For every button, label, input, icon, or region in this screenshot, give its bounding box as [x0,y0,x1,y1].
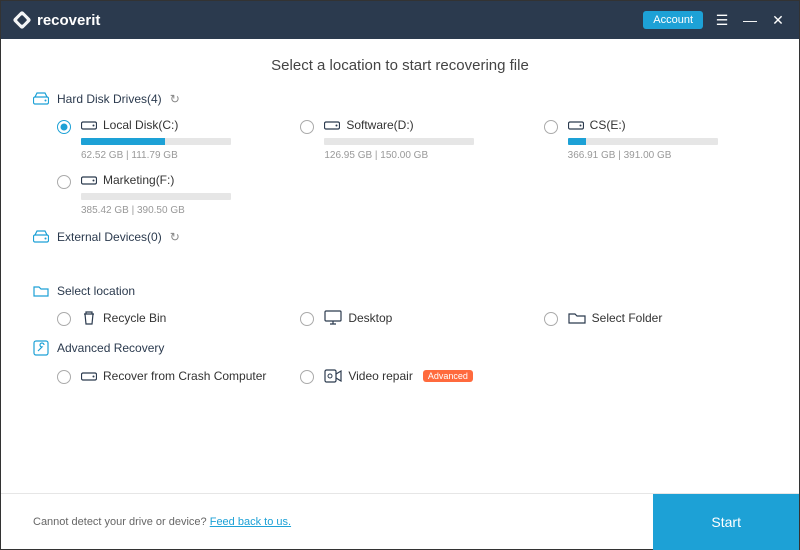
disk-icon [33,92,49,106]
trash-icon [81,310,97,326]
section-label: Advanced Recovery [57,341,164,355]
usage-bar [568,138,718,145]
drive-item-software-d[interactable]: Software(D:) 126.95 GB | 150.00 GB [300,118,523,161]
minimize-icon[interactable]: — [741,11,759,29]
location-name: Select Folder [592,311,663,325]
radio-button[interactable] [544,120,558,134]
usage-bar [324,138,474,145]
radio-button[interactable] [57,120,71,134]
account-button[interactable]: Account [643,11,703,29]
close-icon[interactable]: ✕ [769,11,787,29]
video-gear-icon [324,368,342,384]
wrench-icon [33,340,49,356]
drive-item-marketing-f[interactable]: Marketing(F:) 385.42 GB | 390.50 GB [57,173,280,216]
drive-name: CS(E:) [590,118,626,132]
drive-item-local-c[interactable]: Local Disk(C:) 62.52 GB | 111.79 GB [57,118,280,161]
logo-icon [13,11,31,29]
titlebar: recoverit Account ☰ — ✕ [1,1,799,39]
refresh-icon[interactable]: ↻ [170,92,180,106]
location-select-folder[interactable]: Select Folder [544,310,767,326]
disk-icon [33,230,49,244]
radio-button[interactable] [300,312,314,326]
advanced-crash-computer[interactable]: Recover from Crash Computer [57,368,280,384]
section-select-location: Select location [33,284,767,298]
advanced-name: Video repair [348,369,413,383]
drive-item-cs-e[interactable]: CS(E:) 366.91 GB | 391.00 GB [544,118,767,161]
footer: Cannot detect your drive or device? Feed… [1,493,799,549]
radio-button[interactable] [300,120,314,134]
radio-button[interactable] [57,175,71,189]
location-grid: Recycle Bin Desktop Select Folder [57,310,767,326]
drive-size: 385.42 GB | 390.50 GB [81,205,280,216]
location-name: Recycle Bin [103,311,166,325]
disk-icon [324,119,340,131]
section-external: External Devices(0) ↻ [33,230,767,244]
start-button[interactable]: Start [653,494,799,550]
radio-button[interactable] [57,312,71,326]
drive-name: Local Disk(C:) [103,118,178,132]
app-window: recoverit Account ☰ — ✕ Select a locatio… [0,0,800,550]
main-content: Select a location to start recovering fi… [1,39,799,493]
section-label: Hard Disk Drives(4) [57,92,162,106]
folder-icon [33,284,49,298]
drive-name: Software(D:) [346,118,413,132]
usage-bar [81,138,231,145]
app-logo: recoverit [13,11,100,29]
drive-grid: Local Disk(C:) 62.52 GB | 111.79 GB Soft… [57,118,767,216]
section-advanced: Advanced Recovery [33,340,767,356]
drive-name: Marketing(F:) [103,173,174,187]
advanced-name: Recover from Crash Computer [103,369,266,383]
location-desktop[interactable]: Desktop [300,310,523,326]
page-title: Select a location to start recovering fi… [33,57,767,74]
menu-icon[interactable]: ☰ [713,11,731,29]
radio-button[interactable] [300,370,314,384]
app-name: recoverit [37,12,100,29]
badge-advanced: Advanced [423,370,473,382]
radio-button[interactable] [544,312,558,326]
drive-size: 62.52 GB | 111.79 GB [81,150,280,161]
desktop-icon [324,310,342,326]
section-label: External Devices(0) [57,230,162,244]
folder-icon [568,311,586,325]
footer-text: Cannot detect your drive or device? Feed… [33,516,291,528]
titlebar-controls: Account ☰ — ✕ [643,11,787,29]
radio-button[interactable] [57,370,71,384]
drive-size: 126.95 GB | 150.00 GB [324,150,523,161]
usage-bar [81,193,231,200]
advanced-video-repair[interactable]: Video repair Advanced [300,368,523,384]
disk-icon [81,174,97,186]
refresh-icon[interactable]: ↻ [170,230,180,244]
location-name: Desktop [348,311,392,325]
drive-size: 366.91 GB | 391.00 GB [568,150,767,161]
section-label: Select location [57,284,135,298]
disk-icon [568,119,584,131]
section-hard-disk: Hard Disk Drives(4) ↻ [33,92,767,106]
disk-icon [81,370,97,382]
feedback-link[interactable]: Feed back to us. [210,516,291,528]
location-recycle-bin[interactable]: Recycle Bin [57,310,280,326]
advanced-grid: Recover from Crash Computer Video repair… [57,368,767,384]
disk-icon [81,119,97,131]
